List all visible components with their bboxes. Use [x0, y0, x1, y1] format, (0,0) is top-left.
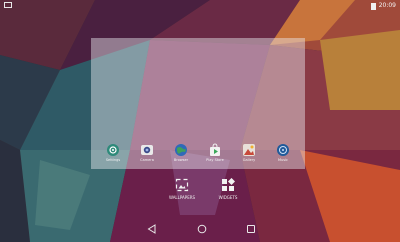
- dock-app-label: Settings: [105, 158, 121, 162]
- dock-app-label: Play Store: [206, 158, 224, 162]
- widgets-label: WIDGETS: [218, 195, 238, 200]
- back-triangle-icon[interactable]: [147, 224, 157, 234]
- settings-icon: [107, 144, 119, 156]
- widgets-button[interactable]: WIDGETS: [211, 178, 245, 206]
- recents-square-icon[interactable]: [246, 224, 256, 234]
- dock-app-browser[interactable]: Browser: [168, 143, 194, 163]
- dock-app-gallery[interactable]: Gallery: [236, 143, 262, 163]
- dock-app-camera[interactable]: Camera: [134, 143, 160, 163]
- dock-app-store[interactable]: Play Store: [202, 143, 228, 163]
- navigation-bar: [0, 216, 400, 242]
- browser-globe-icon: [175, 144, 187, 156]
- gallery-icon: [243, 144, 255, 156]
- wallpapers-label: WALLPAPERS: [168, 195, 196, 200]
- status-clock: 20:09: [378, 2, 396, 9]
- dock-app-settings[interactable]: Settings: [100, 143, 126, 163]
- app-dock: Settings Camera Browser Play Store Galle…: [96, 143, 300, 167]
- dock-app-label: Gallery: [242, 158, 256, 162]
- dock-app-label: Music: [278, 158, 288, 162]
- wallpapers-button[interactable]: WALLPAPERS: [165, 178, 199, 206]
- status-bar: 20:09: [0, 0, 400, 12]
- battery-icon: [370, 2, 376, 10]
- edit-mode-actions: WALLPAPERS WIDGETS: [165, 178, 245, 206]
- camera-icon: [141, 145, 153, 155]
- dock-app-music[interactable]: Music: [270, 143, 296, 163]
- dock-app-label: Browser: [173, 158, 189, 162]
- store-bag-icon: [210, 143, 220, 156]
- widgets-icon: [222, 178, 235, 191]
- home-screen-edit-mode: 20:09 Settings Camera Browser Play Store…: [0, 0, 400, 242]
- wallpaper-icon: [175, 178, 189, 192]
- screenshot-notification-icon: [4, 2, 12, 8]
- dock-app-label: Camera: [140, 158, 154, 162]
- status-right-group: 20:09: [370, 1, 396, 11]
- home-circle-icon[interactable]: [197, 224, 207, 234]
- music-icon: [277, 144, 289, 156]
